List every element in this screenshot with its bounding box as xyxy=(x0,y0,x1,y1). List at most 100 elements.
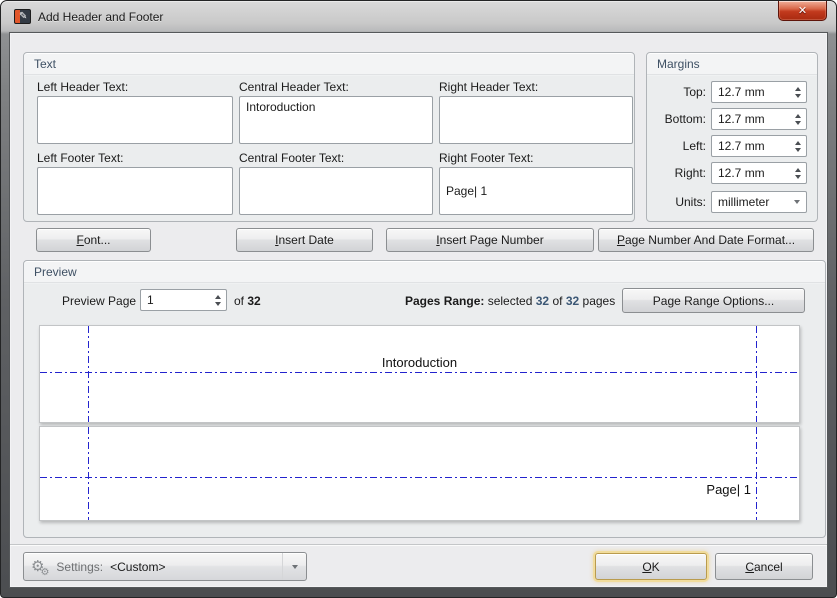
font-button[interactable]: Font... xyxy=(36,228,151,252)
right-margin-spin-up-icon[interactable] xyxy=(795,168,801,172)
settings-value: <Custom> xyxy=(110,560,282,574)
cancel-button-label: Cancel xyxy=(745,560,782,574)
central-footer-label: Central Footer Text: xyxy=(239,151,344,165)
pages-range-total-count: 32 xyxy=(566,294,579,308)
right-margin-value[interactable]: 12.7 mm xyxy=(712,163,789,183)
units-label: Units: xyxy=(647,195,711,209)
top-margin-spinner[interactable]: 12.7 mm xyxy=(711,81,807,103)
left-margin-guide-line xyxy=(88,326,89,422)
window-title: Add Header and Footer xyxy=(38,10,163,24)
total-pages: 32 xyxy=(247,294,260,308)
left-margin-spin-down-icon[interactable] xyxy=(795,148,801,152)
preview-page-top-strip: Intoroduction xyxy=(39,325,800,423)
margins-group: Margins Top: 12.7 mm Bottom: xyxy=(646,52,818,222)
preview-page-spinner[interactable]: 1 xyxy=(140,289,227,311)
top-margin-guide-line xyxy=(40,372,799,373)
bottom-margin-spinner[interactable]: 12.7 mm xyxy=(711,108,807,130)
central-footer-input[interactable] xyxy=(239,167,433,215)
page-range-options-button-label: Page Range Options... xyxy=(653,294,774,308)
preview-page-bottom-strip: Page| 1 xyxy=(39,426,800,521)
right-header-label: Right Header Text: xyxy=(439,80,538,94)
preview-page-value[interactable]: 1 xyxy=(141,290,209,310)
cancel-button[interactable]: Cancel xyxy=(715,553,813,580)
app-icon[interactable]: ✎ xyxy=(14,9,31,24)
pages-range-text: Pages Range: selected 32 of 32 pages xyxy=(405,294,615,308)
pencil-icon: ✎ xyxy=(19,9,27,24)
page-range-options-button[interactable]: Page Range Options... xyxy=(622,288,805,313)
pages-range-selected-count: 32 xyxy=(536,294,549,308)
page-number-date-format-button[interactable]: Page Number And Date Format... xyxy=(598,228,814,252)
insert-page-number-button[interactable]: Insert Page Number xyxy=(386,228,594,252)
right-margin-label: Right: xyxy=(647,166,711,180)
units-value[interactable]: millimeter xyxy=(712,193,788,211)
right-margin-guide-line-bottom xyxy=(756,427,757,520)
units-select[interactable]: millimeter xyxy=(711,191,807,213)
text-group-caption-row: Text xyxy=(24,53,634,75)
right-margin-spinner[interactable]: 12.7 mm xyxy=(711,162,807,184)
right-footer-label: Right Footer Text: xyxy=(439,151,534,165)
right-footer-input[interactable]: Page| 1 xyxy=(439,167,633,215)
right-margin-guide-line xyxy=(756,326,757,422)
settings-dropdown-arrow[interactable] xyxy=(282,553,306,580)
preview-page-spin-down-icon[interactable] xyxy=(215,302,221,306)
margin-row-left: Left: 12.7 mm xyxy=(647,135,817,157)
units-row: Units: millimeter xyxy=(647,191,817,213)
margin-row-right: Right: 12.7 mm xyxy=(647,162,817,184)
close-button[interactable]: ✕ xyxy=(778,1,827,21)
top-margin-spin-down-icon[interactable] xyxy=(795,94,801,98)
bottom-margin-value[interactable]: 12.7 mm xyxy=(712,109,789,129)
preview-page-total: of 32 xyxy=(234,294,261,308)
pages-range-selected-word: selected xyxy=(488,294,533,308)
left-header-label: Left Header Text: xyxy=(37,80,128,94)
left-margin-spin-up-icon[interactable] xyxy=(795,141,801,145)
left-footer-input[interactable] xyxy=(37,167,233,215)
bottom-margin-label: Bottom: xyxy=(647,112,711,126)
right-header-input[interactable] xyxy=(439,96,633,144)
top-margin-label: Top: xyxy=(647,85,711,99)
left-margin-value[interactable]: 12.7 mm xyxy=(712,136,789,156)
bottom-margin-spin-up-icon[interactable] xyxy=(795,114,801,118)
preview-group-caption-row: Preview xyxy=(24,261,825,283)
ok-button-label: OK xyxy=(642,560,659,574)
top-margin-spin-up-icon[interactable] xyxy=(795,87,801,91)
central-header-input[interactable]: Intoroduction xyxy=(239,96,433,144)
of-word: of xyxy=(234,294,244,308)
insert-date-button-label: Insert Date xyxy=(275,233,334,247)
insert-date-button[interactable]: Insert Date xyxy=(236,228,373,252)
left-header-input[interactable] xyxy=(37,96,233,144)
insert-page-number-button-label: Insert Page Number xyxy=(436,233,543,247)
preview-header-text: Intoroduction xyxy=(40,355,799,370)
text-group-caption: Text xyxy=(34,57,56,71)
close-icon: ✕ xyxy=(798,4,807,17)
margin-row-top: Top: 12.7 mm xyxy=(647,81,817,103)
text-group: Text Left Header Text: Central Header Te… xyxy=(23,52,635,222)
page-number-date-format-button-label: Page Number And Date Format... xyxy=(617,233,795,247)
preview-page-label: Preview Page xyxy=(62,294,136,308)
left-margin-spinner[interactable]: 12.7 mm xyxy=(711,135,807,157)
pages-range-label: Pages Range: xyxy=(405,294,484,308)
footer-separator xyxy=(10,544,827,546)
units-dropdown-icon[interactable] xyxy=(794,200,800,204)
margins-group-caption-row: Margins xyxy=(647,53,817,75)
preview-page-spin-up-icon[interactable] xyxy=(215,295,221,299)
preview-footer-text: Page| 1 xyxy=(706,482,751,497)
left-footer-label: Left Footer Text: xyxy=(37,151,124,165)
pages-range-pages-word: pages xyxy=(583,294,616,308)
add-header-footer-dialog: ✎ Add Header and Footer ✕ Text Left Head… xyxy=(0,0,837,598)
margins-group-caption: Margins xyxy=(657,57,700,71)
dialog-client-area: Text Left Header Text: Central Header Te… xyxy=(9,32,828,588)
right-margin-spin-down-icon[interactable] xyxy=(795,175,801,179)
settings-dropdown[interactable]: ⚙⚙ Settings: <Custom> xyxy=(23,552,307,581)
top-margin-value[interactable]: 12.7 mm xyxy=(712,82,789,102)
title-bar[interactable]: ✎ Add Header and Footer ✕ xyxy=(1,1,836,32)
left-margin-label: Left: xyxy=(647,139,711,153)
bottom-margin-spin-down-icon[interactable] xyxy=(795,121,801,125)
preview-group-caption: Preview xyxy=(34,265,77,279)
ok-button[interactable]: OK xyxy=(595,553,707,580)
font-button-label: Font... xyxy=(76,233,110,247)
preview-group: Preview Preview Page 1 of 32 Pages Range… xyxy=(23,260,826,538)
central-header-label: Central Header Text: xyxy=(239,80,349,94)
gear-icon: ⚙⚙ xyxy=(31,559,53,574)
settings-label: Settings: xyxy=(56,560,103,574)
settings-dropdown-icon xyxy=(292,565,298,569)
